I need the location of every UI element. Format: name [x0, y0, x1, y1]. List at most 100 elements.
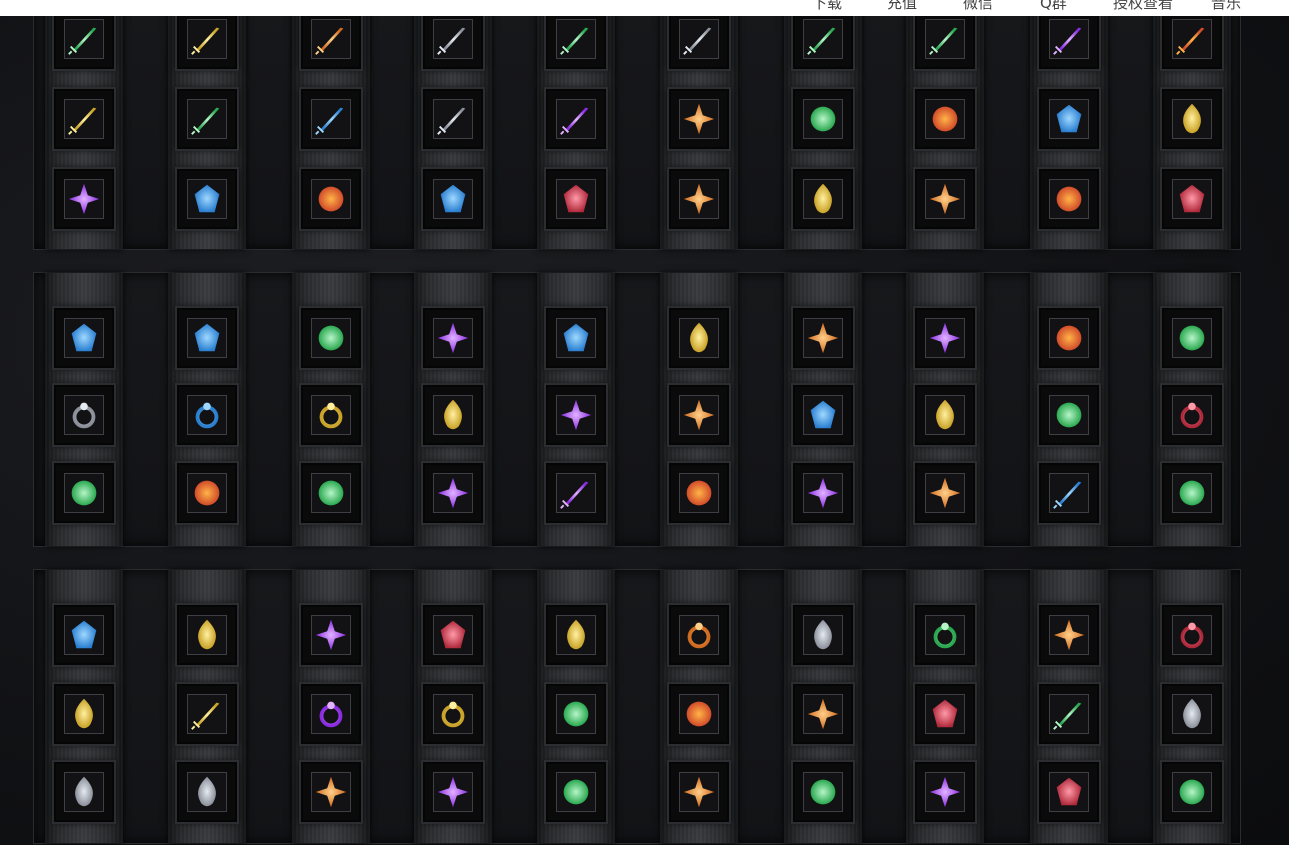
item-slot[interactable]	[546, 385, 606, 445]
item-slot[interactable]	[915, 605, 975, 665]
item-slot[interactable]	[793, 169, 853, 229]
nav-wechat-link[interactable]: 微信	[963, 0, 993, 13]
item-slot[interactable]	[54, 762, 114, 822]
item-slot[interactable]	[793, 605, 853, 665]
item-slot[interactable]	[793, 463, 853, 523]
item-slot[interactable]	[301, 169, 361, 229]
item-slot[interactable]	[423, 308, 483, 368]
item-slot[interactable]	[546, 762, 606, 822]
item-slot[interactable]	[1162, 9, 1222, 69]
item-slot[interactable]	[423, 684, 483, 744]
item-slot[interactable]	[793, 89, 853, 149]
item-slot[interactable]	[301, 762, 361, 822]
item-slot[interactable]	[669, 463, 729, 523]
item-slot[interactable]	[423, 169, 483, 229]
item-slot[interactable]	[177, 385, 237, 445]
item-slot[interactable]	[915, 684, 975, 744]
item-slot[interactable]	[669, 684, 729, 744]
item-slot[interactable]	[423, 89, 483, 149]
item-slot[interactable]	[54, 89, 114, 149]
item-slot[interactable]	[669, 308, 729, 368]
item-slot[interactable]	[1162, 463, 1222, 523]
item-slot[interactable]	[793, 385, 853, 445]
item-slot[interactable]	[915, 89, 975, 149]
item-slot[interactable]	[1039, 762, 1099, 822]
item-slot[interactable]	[301, 463, 361, 523]
nav-qq-group-link[interactable]: Q群	[1040, 0, 1067, 13]
item-slot[interactable]	[1039, 308, 1099, 368]
item-slot[interactable]	[546, 89, 606, 149]
item-slot[interactable]	[301, 89, 361, 149]
item-slot[interactable]	[301, 684, 361, 744]
item-slot[interactable]	[1162, 308, 1222, 368]
item-slot[interactable]	[915, 169, 975, 229]
item-slot[interactable]	[1039, 89, 1099, 149]
item-slot[interactable]	[546, 308, 606, 368]
item-slot[interactable]	[1039, 463, 1099, 523]
claw-strike-skill-icon	[187, 615, 227, 655]
item-slot[interactable]	[54, 385, 114, 445]
item-slot[interactable]	[423, 385, 483, 445]
nav-download-link[interactable]: 下载	[812, 0, 842, 13]
item-slot[interactable]	[546, 169, 606, 229]
item-slot[interactable]	[177, 684, 237, 744]
item-slot[interactable]	[54, 605, 114, 665]
item-slot[interactable]	[301, 9, 361, 69]
item-slot[interactable]	[915, 308, 975, 368]
item-slot[interactable]	[423, 463, 483, 523]
item-slot[interactable]	[177, 89, 237, 149]
item-slot[interactable]	[1162, 684, 1222, 744]
item-slot[interactable]	[177, 308, 237, 368]
item-slot[interactable]	[1162, 762, 1222, 822]
item-slot[interactable]	[54, 169, 114, 229]
item-slot[interactable]	[669, 9, 729, 69]
item-slot[interactable]	[793, 684, 853, 744]
item-slot[interactable]	[54, 9, 114, 69]
item-slot[interactable]	[54, 684, 114, 744]
item-slot[interactable]	[1162, 89, 1222, 149]
item-slot[interactable]	[301, 385, 361, 445]
item-slot[interactable]	[423, 762, 483, 822]
item-slot[interactable]	[546, 9, 606, 69]
gold-star-icon	[925, 473, 965, 513]
crimson-sword-icon	[311, 19, 351, 59]
item-slot[interactable]	[1162, 169, 1222, 229]
item-slot[interactable]	[669, 89, 729, 149]
item-slot[interactable]	[669, 385, 729, 445]
item-slot[interactable]	[1039, 605, 1099, 665]
item-slot[interactable]	[669, 762, 729, 822]
item-slot[interactable]	[177, 605, 237, 665]
item-slot[interactable]	[915, 9, 975, 69]
item-slot[interactable]	[1162, 605, 1222, 665]
nav-music-link[interactable]: 音乐	[1211, 0, 1241, 13]
item-slot[interactable]	[423, 9, 483, 69]
item-slot[interactable]	[1039, 9, 1099, 69]
item-slot[interactable]	[669, 169, 729, 229]
nav-license-link[interactable]: 授权查看	[1113, 0, 1173, 13]
item-slot[interactable]	[915, 463, 975, 523]
item-slot[interactable]	[1162, 385, 1222, 445]
item-slot[interactable]	[301, 605, 361, 665]
item-slot[interactable]	[793, 762, 853, 822]
item-slot[interactable]	[177, 9, 237, 69]
item-slot[interactable]	[546, 684, 606, 744]
item-slot[interactable]	[669, 605, 729, 665]
item-slot[interactable]	[793, 9, 853, 69]
item-slot[interactable]	[54, 463, 114, 523]
item-slot[interactable]	[301, 308, 361, 368]
item-slot[interactable]	[1039, 684, 1099, 744]
item-slot[interactable]	[793, 308, 853, 368]
item-slot[interactable]	[177, 463, 237, 523]
item-slot[interactable]	[915, 762, 975, 822]
item-slot[interactable]	[1039, 385, 1099, 445]
item-slot[interactable]	[423, 605, 483, 665]
item-slot[interactable]	[177, 169, 237, 229]
nav-recharge-link[interactable]: 充值	[887, 0, 917, 13]
item-slot[interactable]	[546, 463, 606, 523]
item-slot[interactable]	[915, 385, 975, 445]
item-slot[interactable]	[177, 762, 237, 822]
item-slot[interactable]	[546, 605, 606, 665]
item-slot[interactable]	[54, 308, 114, 368]
item-slot[interactable]	[1039, 169, 1099, 229]
maple-rune-icon	[311, 318, 351, 358]
